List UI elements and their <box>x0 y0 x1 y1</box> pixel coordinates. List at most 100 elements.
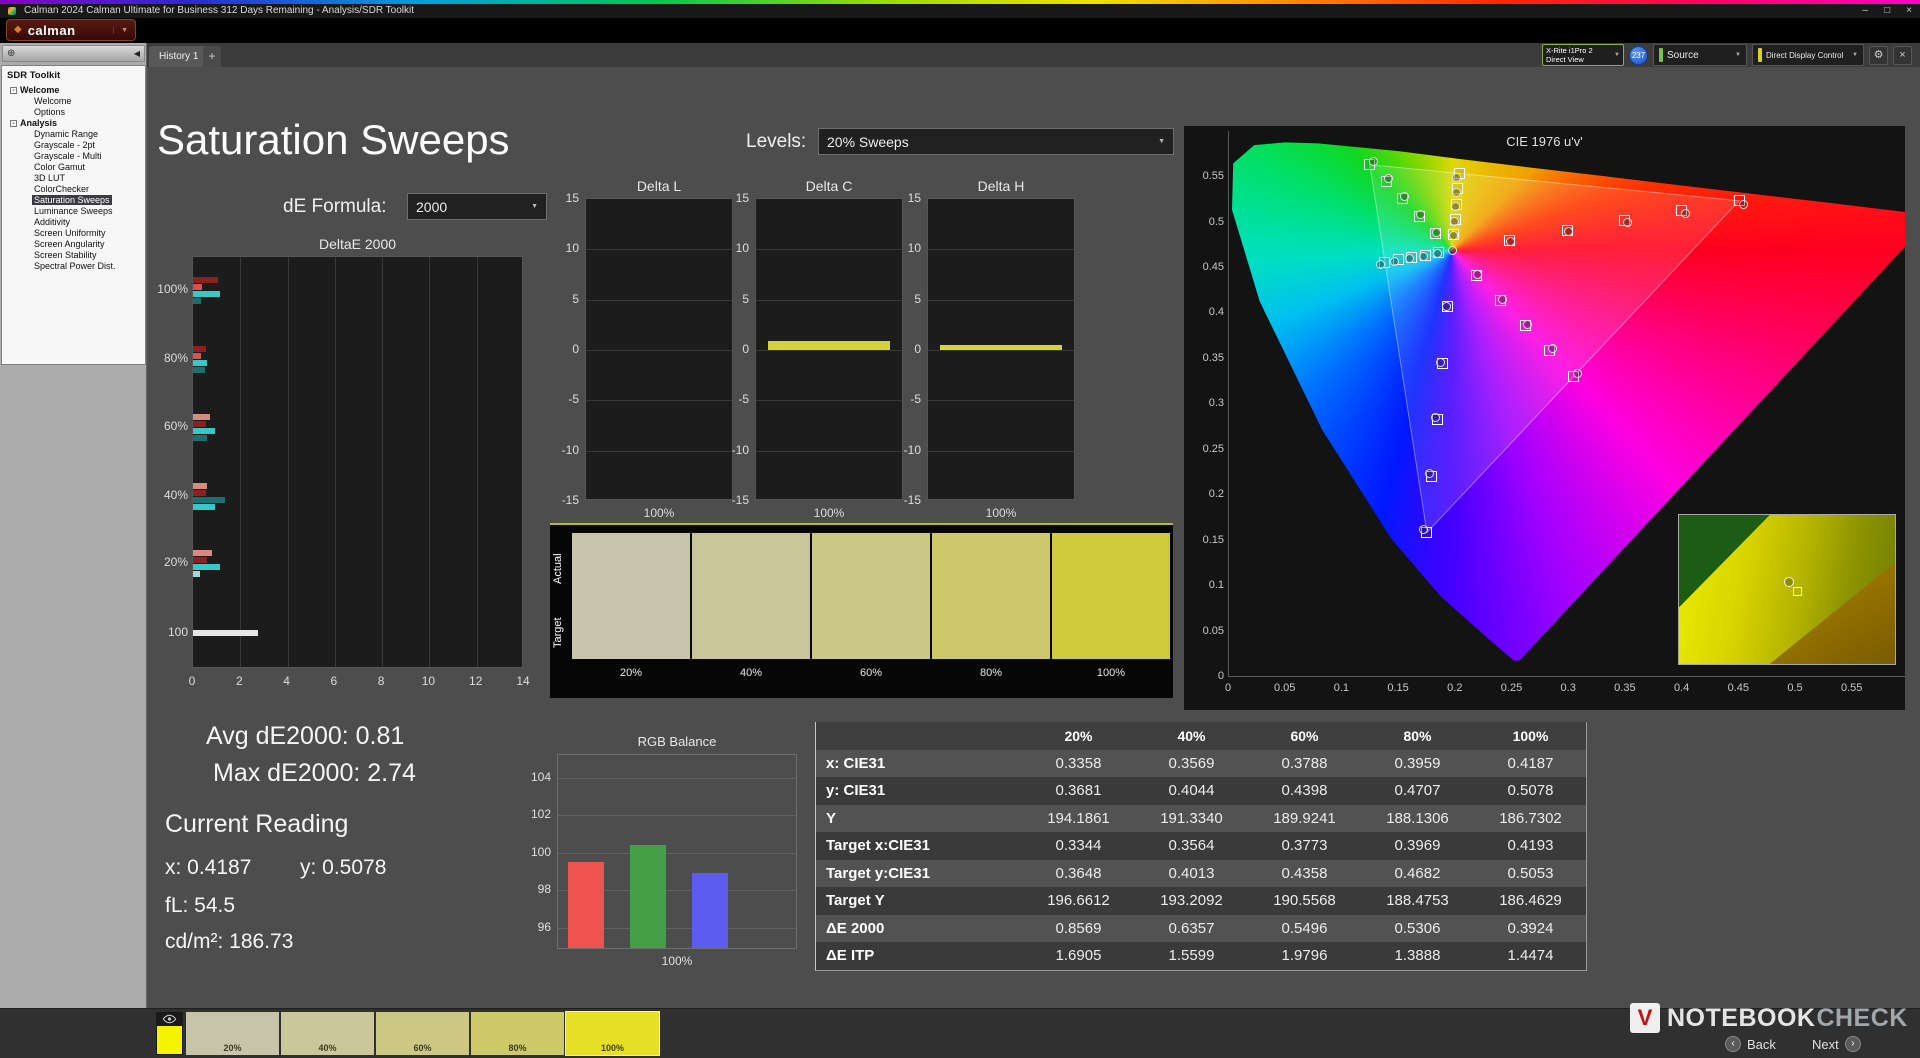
chart-title: Delta H <box>977 178 1025 194</box>
levels-dropdown[interactable]: 20% Sweeps ▼ <box>818 128 1174 155</box>
de-formula-dropdown[interactable]: 2000 ▼ <box>407 193 547 220</box>
sidebar-item-screen-uniformity[interactable]: Screen Uniformity <box>2 228 145 239</box>
table-cell: 1.9796 <box>1281 947 1328 965</box>
menu-bar: ◆ calman ▼ <box>0 18 1920 43</box>
bar <box>193 434 208 441</box>
axis-tick-label: 0.3 <box>1560 682 1576 694</box>
red-bar <box>568 861 604 948</box>
gridline <box>586 350 732 351</box>
table-row: Target y:CIE31 0.3648 0.4013 0.4358 0.4682 0.… <box>816 859 1586 887</box>
settings-gear-button[interactable]: ⚙ <box>1869 45 1888 65</box>
swatch-percent-label: 40% <box>739 667 763 679</box>
meter-dropdown[interactable]: X-Rite i1Pro 2 Direct View ▼ <box>1542 44 1624 66</box>
sidebar-item-screen-stability[interactable]: Screen Stability <box>2 250 145 261</box>
axis-tick-label: 0 <box>188 674 196 688</box>
sidebar-item-colorchecker[interactable]: ColorChecker <box>2 184 145 195</box>
swatch-percent-label: 40% <box>318 1043 337 1053</box>
tab-bar: History 1 + X-Rite i1Pro 2 Direct View ▼… <box>147 43 1920 67</box>
sidebar-item-grayscale-multi[interactable]: Grayscale - Multi <box>2 151 145 162</box>
inset-measured-marker <box>1784 577 1794 587</box>
bar <box>193 549 212 556</box>
cie-measured-marker <box>1450 202 1460 212</box>
table-cell: 194.1861 <box>1047 809 1110 827</box>
table-cell: 0.3569 <box>1168 754 1215 772</box>
axis-tick-label: -15 <box>561 493 579 507</box>
axis-tick-label: -10 <box>903 442 921 457</box>
minimize-button[interactable]: – <box>1863 4 1869 18</box>
axis-tick-label: -5 <box>910 392 921 407</box>
cie-measured-marker <box>1622 218 1632 228</box>
sidebar-item-spectral-power-dist-[interactable]: Spectral Power Dist. <box>2 261 145 272</box>
axis-tick-label: 96 <box>537 919 551 934</box>
saturation-swatch <box>692 533 810 659</box>
sidebar-group[interactable]: - Welcome <box>2 85 145 96</box>
tab-history-1[interactable]: History 1 <box>149 46 209 67</box>
bar <box>193 359 208 366</box>
bar <box>940 345 1062 350</box>
app-icon <box>8 7 16 15</box>
sidebar-item-welcome[interactable]: Welcome <box>2 96 145 107</box>
sidebar-item-screen-angularity[interactable]: Screen Angularity <box>2 239 145 250</box>
cie-measured-marker <box>1419 251 1429 261</box>
gridline <box>586 400 732 402</box>
close-button[interactable]: × <box>1906 4 1912 18</box>
bar <box>193 570 201 577</box>
sidebar-item-color-gamut[interactable]: Color Gamut <box>2 162 145 173</box>
back-button[interactable]: ‹ Back <box>1725 1036 1776 1052</box>
sidebar-item-additivity[interactable]: Additivity <box>2 217 145 228</box>
axis-tick-label: -15 <box>903 493 921 507</box>
sidebar-item-3d-lut[interactable]: 3D LUT <box>2 173 145 184</box>
next-arrow-icon: › <box>1844 1036 1861 1052</box>
swatch-percent-label: 60% <box>413 1043 432 1053</box>
table-cell: 188.4753 <box>1386 892 1449 910</box>
sidebar-item-dynamic-range[interactable]: Dynamic Range <box>2 129 145 140</box>
bottom-swatch-60[interactable]: 60% <box>376 1012 469 1055</box>
swatch-comparison-panel: Actual Target 20% 40% 60% 80% 100% <box>550 523 1173 698</box>
collapse-sidebar-button[interactable]: ◀ <box>134 49 140 58</box>
bottom-swatch-80[interactable]: 80% <box>471 1012 564 1055</box>
sidebar-group[interactable]: - Analysis <box>2 118 145 129</box>
brand-diamond-icon: ◆ <box>14 24 22 35</box>
axis-tick-label: -10 <box>731 442 749 457</box>
add-tab-button[interactable]: + <box>203 46 221 67</box>
sidebar-item-saturation-sweeps[interactable]: Saturation Sweeps <box>2 195 145 206</box>
axis-tick-label: 10 <box>421 674 436 688</box>
axis-tick-label: 10 <box>907 241 921 256</box>
table-cell: 0.4193 <box>1507 837 1554 855</box>
results-table: 20% 40% 60% 80% 100% x: CIE31 0.3358 0.3569 0.37… <box>815 722 1587 971</box>
brand-dropdown-arrow-icon: ▼ <box>113 26 128 34</box>
bar <box>193 556 208 563</box>
bottom-swatch-20[interactable]: 20% <box>186 1012 279 1055</box>
source-dropdown[interactable]: Source ▼ <box>1653 44 1747 66</box>
axis-label: 100% <box>643 506 675 520</box>
axis-tick-label: 0 <box>1224 682 1232 694</box>
maximize-button[interactable]: □ <box>1884 4 1890 18</box>
cie-measured-marker <box>1522 319 1532 329</box>
next-button[interactable]: Next › <box>1812 1036 1861 1052</box>
axis-tick-label: -5 <box>738 392 749 407</box>
panel-close-button[interactable]: × <box>1893 45 1912 65</box>
axis-tick-label: 0.15 <box>1202 533 1224 546</box>
bottom-swatch-100[interactable]: 100% <box>565 1011 660 1056</box>
expander-icon[interactable]: - <box>10 87 17 94</box>
sidebar-item-grayscale-2pt[interactable]: Grayscale - 2pt <box>2 140 145 151</box>
sidebar-item-options[interactable]: Options <box>2 107 145 118</box>
table-cell: 190.5568 <box>1273 892 1336 910</box>
expander-icon[interactable]: - <box>10 120 17 127</box>
display-control-dropdown[interactable]: Direct Display Control ▼ <box>1752 44 1864 66</box>
gridline <box>928 450 1074 452</box>
cie-measured-marker <box>1442 301 1452 311</box>
axis-label: 100% <box>985 506 1017 520</box>
table-cell: 0.5306 <box>1394 919 1441 937</box>
sidebar-item-luminance-sweeps[interactable]: Luminance Sweeps <box>2 206 145 217</box>
gridline <box>429 257 431 667</box>
saturation-swatch <box>1052 533 1170 659</box>
table-cell: 0.3924 <box>1507 919 1554 937</box>
table-cell: 1.3888 <box>1394 947 1441 965</box>
bottom-swatch-40[interactable]: 40% <box>281 1012 374 1055</box>
table-row-label: Target x:CIE31 <box>826 837 930 855</box>
calman-menu-button[interactable]: ◆ calman ▼ <box>6 19 136 41</box>
table-cell: 1.5599 <box>1168 947 1215 965</box>
levels-value: 20% Sweeps <box>827 133 909 150</box>
bar <box>193 563 221 570</box>
